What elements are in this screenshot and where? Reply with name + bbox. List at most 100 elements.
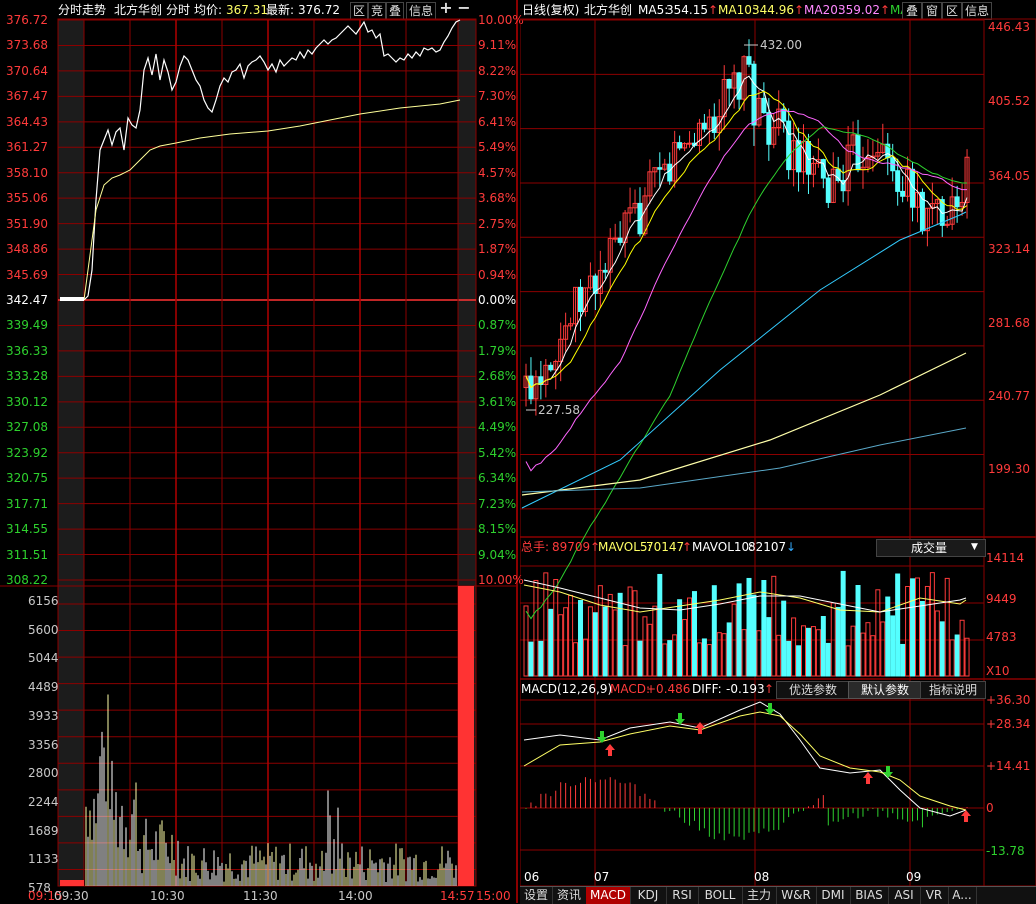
volume-bar bbox=[840, 570, 846, 677]
mavol10-value: 82107 bbox=[748, 540, 787, 554]
ma250-line bbox=[521, 352, 967, 496]
price-tick-up: 355.06 bbox=[6, 191, 48, 206]
volume-bar bbox=[632, 590, 638, 677]
indicator-help-button[interactable]: 指标说明 bbox=[920, 681, 986, 699]
low-marker: 227.58 bbox=[538, 403, 580, 417]
pct-tick-up: 10.00% bbox=[478, 13, 524, 27]
tab-7[interactable]: W&R bbox=[776, 887, 817, 904]
volume-bar bbox=[825, 642, 831, 677]
pct-tick-down: 7.23% bbox=[478, 496, 517, 511]
price-tick-up: 361.27 bbox=[6, 140, 48, 155]
volume-bar bbox=[706, 644, 712, 677]
volume-tick: 6156 bbox=[28, 594, 59, 608]
candle-body bbox=[895, 170, 901, 192]
pct-tick-up: 7.30% bbox=[478, 89, 517, 104]
volume-bar bbox=[890, 615, 896, 677]
volume-bar bbox=[672, 634, 678, 677]
tab-6[interactable]: 主力 bbox=[742, 887, 777, 904]
pct-tick-down: 8.15% bbox=[478, 522, 517, 537]
volume-tick: 3356 bbox=[28, 737, 59, 752]
macd-value: +0.486 bbox=[646, 682, 691, 696]
price-tick-down: 323.92 bbox=[6, 445, 48, 460]
candle-body bbox=[578, 286, 584, 313]
volume-tick: 1133 bbox=[28, 852, 59, 867]
tab-4[interactable]: RSI bbox=[666, 887, 699, 904]
volume-bar bbox=[558, 614, 564, 677]
volume-bar bbox=[914, 577, 920, 677]
volume-bar bbox=[900, 643, 906, 677]
candle-body bbox=[617, 237, 623, 243]
dropdown-label: 成交量 bbox=[911, 541, 948, 555]
time-label: 09:30 bbox=[54, 889, 89, 903]
tab-11[interactable]: VR bbox=[920, 887, 949, 904]
volume-bar bbox=[870, 635, 876, 677]
volume-bar bbox=[949, 639, 955, 677]
macd-tick: -13.78 bbox=[986, 844, 1025, 858]
volume-unit: X10 bbox=[986, 664, 1010, 678]
volume-bar bbox=[756, 630, 762, 677]
tab-12[interactable]: A... bbox=[948, 887, 977, 904]
candle-body bbox=[900, 190, 906, 197]
price-tick-down: 339.49 bbox=[6, 318, 48, 333]
volume-bar bbox=[751, 594, 757, 677]
volume-bar bbox=[820, 616, 826, 677]
candle-body bbox=[677, 142, 683, 149]
tab-5[interactable]: BOLL bbox=[698, 887, 743, 904]
macd-label: MACD: bbox=[610, 682, 651, 696]
macd-header: MACD(12,26,9) MACD: +0.486 DIFF: -0.193 … bbox=[520, 681, 1036, 699]
default-params-button[interactable]: 默认参数 bbox=[848, 681, 922, 699]
price-tick-down: 330.12 bbox=[6, 394, 48, 409]
volume-total-value: 89709 bbox=[552, 540, 591, 554]
volume-bar bbox=[939, 621, 945, 677]
volume-bar bbox=[642, 616, 648, 677]
price-tick-up: 370.64 bbox=[6, 63, 48, 78]
macd-tick: 0 bbox=[986, 801, 994, 815]
avg-price-line bbox=[83, 99, 461, 301]
candle-body bbox=[637, 202, 643, 235]
tab-9[interactable]: BIAS bbox=[850, 887, 889, 904]
pct-tick-down: 4.49% bbox=[478, 420, 517, 435]
pct-tick-down: 6.34% bbox=[478, 471, 517, 486]
volume-bar bbox=[602, 606, 608, 677]
mavol5-label: MAVOL5: bbox=[598, 540, 652, 554]
buy-arrow-icon bbox=[863, 772, 873, 784]
volume-tick: 2244 bbox=[28, 794, 59, 809]
volume-bar bbox=[815, 629, 821, 677]
price-tick-down: 308.22 bbox=[6, 573, 48, 587]
indicator-tab-bar: 设置 资讯 MACD KDJ RSI BOLL 主力 W&R DMI BIAS ASI VR A... bbox=[520, 886, 1036, 904]
diff-label: DIFF: bbox=[692, 682, 722, 696]
volume-bar bbox=[652, 605, 658, 677]
optimized-params-button[interactable]: 优选参数 bbox=[776, 681, 850, 699]
tab-10[interactable]: ASI bbox=[888, 887, 921, 904]
daily-chart bbox=[520, 18, 1036, 886]
mavol10-arrow: ↓ bbox=[786, 540, 797, 554]
indicator-dropdown[interactable]: 成交量 ▼ bbox=[876, 539, 986, 557]
price-tick-up: 367.47 bbox=[6, 89, 48, 104]
pct-tick-up: 4.57% bbox=[478, 165, 517, 180]
volume-bar bbox=[944, 577, 950, 677]
candle-body bbox=[602, 269, 608, 273]
high-marker: 432.00 bbox=[760, 38, 802, 52]
price-tick-down: 311.51 bbox=[6, 547, 48, 562]
price-tick-down: 314.55 bbox=[6, 522, 48, 537]
candle-body bbox=[786, 120, 792, 171]
volume-bar bbox=[711, 585, 717, 677]
tab-0[interactable]: 设置 bbox=[520, 887, 553, 904]
pct-tick-up: 2.75% bbox=[478, 216, 517, 231]
pct-tick-down: 1.79% bbox=[478, 343, 517, 358]
volume-bar bbox=[592, 612, 598, 677]
tab-8[interactable]: DMI bbox=[816, 887, 851, 904]
tab-1[interactable]: 资讯 bbox=[552, 887, 587, 904]
volume-bar bbox=[919, 601, 925, 677]
volume-bar bbox=[905, 585, 911, 677]
intraday-chart bbox=[0, 0, 518, 903]
pct-tick-up: 5.49% bbox=[478, 140, 517, 155]
price-tick-down: 327.08 bbox=[6, 420, 48, 435]
tab-2[interactable]: MACD bbox=[586, 887, 631, 904]
volume-bar bbox=[687, 597, 693, 677]
volume-bar bbox=[578, 600, 584, 677]
volume-bar bbox=[964, 637, 970, 677]
price-tick: 364.05 bbox=[988, 169, 1030, 183]
tab-3[interactable]: KDJ bbox=[630, 887, 667, 904]
pct-tick-down: 10.00% bbox=[478, 573, 524, 587]
